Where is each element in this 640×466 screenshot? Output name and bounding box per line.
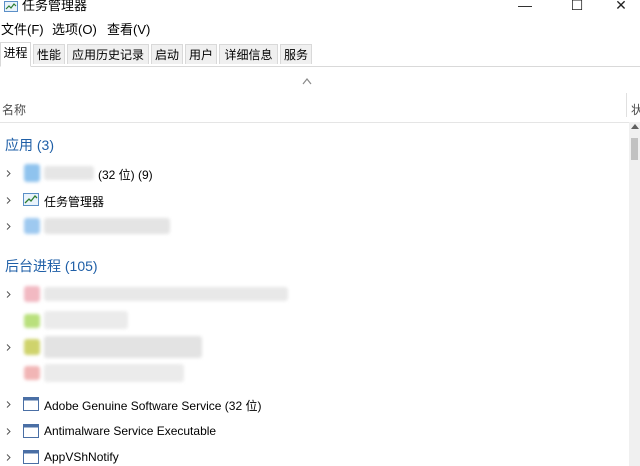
chevron-right-icon[interactable]	[5, 428, 12, 435]
task-manager-icon	[4, 1, 18, 12]
background-row[interactable]: AppVShNotify	[0, 446, 628, 466]
background-row[interactable]	[0, 283, 628, 307]
tab-bar: 进程 性能 应用历史记录 启动 用户 详细信息 服务	[0, 42, 640, 67]
sort-ascending-icon[interactable]	[302, 77, 312, 85]
redacted-block	[44, 218, 170, 234]
background-row[interactable]	[0, 309, 628, 333]
redacted-block	[44, 311, 128, 329]
group-background-header: 后台进程 (105)	[5, 258, 98, 274]
background-row[interactable]: Antimalware Service Executable	[0, 420, 628, 444]
blurred-process-icon	[24, 286, 40, 302]
group-apps-header: 应用 (3)	[5, 137, 54, 153]
redacted-block	[44, 166, 94, 180]
app-row[interactable]	[0, 215, 628, 239]
minimize-button[interactable]: —	[502, 0, 548, 16]
vertical-scrollbar[interactable]	[629, 122, 640, 466]
redacted-block	[44, 287, 288, 301]
scroll-thumb[interactable]	[631, 138, 638, 160]
app-label: 任务管理器	[44, 195, 105, 209]
app-label: (32 位) (9)	[98, 168, 153, 182]
process-label: AppVShNotify	[44, 450, 119, 464]
close-button[interactable]: ✕	[598, 0, 640, 16]
tab-processes[interactable]: 进程	[0, 42, 31, 67]
menu-view[interactable]: 查看(V)	[107, 21, 150, 39]
task-manager-icon	[23, 193, 39, 206]
tab-services[interactable]: 服务	[280, 44, 312, 64]
menu-options[interactable]: 选项(O)	[52, 21, 97, 39]
redacted-block	[44, 336, 202, 358]
app-row[interactable]: 任务管理器	[0, 189, 628, 213]
blurred-process-icon	[24, 314, 40, 328]
menu-bar: 文件(F) 选项(O) 查看(V)	[0, 20, 640, 40]
redacted-block	[44, 364, 184, 382]
process-label: Antimalware Service Executable	[44, 424, 217, 438]
chevron-right-icon[interactable]	[5, 454, 12, 461]
chevron-right-icon[interactable]	[5, 223, 12, 230]
chevron-right-icon[interactable]	[5, 344, 12, 351]
chevron-right-icon[interactable]	[5, 197, 12, 204]
column-divider[interactable]	[626, 93, 627, 117]
background-row[interactable]	[0, 336, 628, 360]
window-title: 任务管理器	[22, 0, 88, 13]
background-row[interactable]	[0, 362, 628, 386]
app-row[interactable]: (32 位) (9)	[0, 162, 628, 186]
tab-startup[interactable]: 启动	[151, 44, 183, 64]
chevron-right-icon[interactable]	[5, 401, 12, 408]
tab-users[interactable]: 用户	[185, 44, 217, 64]
blurred-process-icon	[24, 339, 40, 355]
column-name[interactable]: 名称	[2, 101, 26, 118]
service-window-icon	[23, 424, 39, 438]
background-row[interactable]: Adobe Genuine Software Service (32 位)	[0, 393, 628, 417]
maximize-button[interactable]: ☐	[554, 0, 600, 16]
service-window-icon	[23, 397, 39, 411]
tab-details[interactable]: 详细信息	[219, 44, 278, 64]
title-bar: 任务管理器 — ☐ ✕	[0, 0, 640, 18]
chevron-right-icon[interactable]	[5, 170, 12, 177]
blurred-process-icon	[24, 366, 40, 380]
menu-file[interactable]: 文件(F)	[1, 21, 44, 39]
service-window-icon	[23, 450, 39, 464]
blurred-app-icon	[24, 218, 40, 234]
scroll-up-icon[interactable]	[631, 124, 639, 129]
tab-performance[interactable]: 性能	[33, 44, 65, 64]
process-label: Adobe Genuine Software Service (32 位)	[44, 399, 262, 413]
blurred-app-icon	[24, 164, 40, 182]
chevron-right-icon[interactable]	[5, 291, 12, 298]
tab-app-history[interactable]: 应用历史记录	[67, 44, 149, 64]
column-header: 名称 状	[0, 67, 640, 123]
column-status[interactable]: 状	[631, 101, 640, 118]
